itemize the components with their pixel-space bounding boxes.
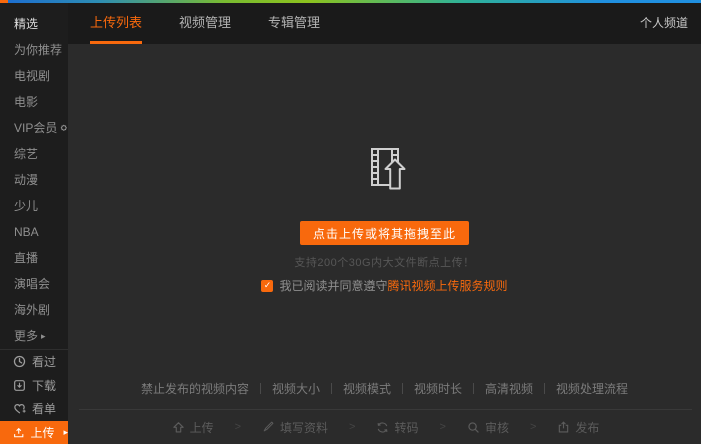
sidebar-channel-2[interactable]: 电视剧	[0, 63, 68, 89]
caret-right-icon: ▸	[41, 323, 46, 349]
sidebar-channel-7[interactable]: 少儿	[0, 193, 68, 219]
footer-link-2[interactable]: 视频模式	[343, 380, 391, 397]
sidebar-channel-3[interactable]: 电影	[0, 89, 68, 115]
top-gradient-bar	[0, 0, 701, 3]
tabs: 上传列表视频管理专辑管理	[90, 3, 357, 44]
chevron-right-icon: >	[530, 421, 536, 433]
sidebar-channel-label: 直播	[14, 245, 38, 271]
sidebar-channel-label: 更多	[14, 323, 38, 349]
help-links: 禁止发布的视频内容 视频大小 视频模式 视频时长 高清视频 视频处理流程	[68, 380, 701, 397]
step-2: 转码	[376, 419, 418, 436]
upload-hint: 支持200个30G内大文件断点上传！	[68, 254, 701, 270]
step-label: 转码	[394, 419, 418, 436]
caret-right-icon: ▸	[63, 427, 68, 438]
magnifier-icon	[467, 421, 480, 434]
step-0: 上传	[172, 419, 214, 436]
upload-button[interactable]: 点击上传或将其拖拽至此	[300, 221, 469, 245]
step-label: 审核	[485, 419, 509, 436]
sidebar-tool-0[interactable]: 看过	[0, 350, 68, 374]
agreement-row: ✓ 我已阅读并同意遵守 腾讯视频上传服务规则	[68, 277, 701, 294]
chevron-right-icon: >	[440, 421, 446, 433]
step-3: 审核	[467, 419, 509, 436]
sidebar-channel-label: VIP会员	[14, 115, 57, 141]
publish-icon	[557, 421, 570, 434]
upload-arrow-icon	[172, 421, 185, 434]
sidebar-channel-label: 精选	[14, 11, 38, 37]
sidebar-tool-label: 下载	[32, 377, 56, 394]
upload-tray-icon	[13, 426, 24, 439]
download-icon	[13, 379, 26, 392]
sidebar-channel-12[interactable]: 更多▸	[0, 323, 68, 349]
sidebar-channel-6[interactable]: 动漫	[0, 167, 68, 193]
tab-0[interactable]: 上传列表	[90, 3, 142, 44]
divider	[260, 383, 261, 394]
sidebar-channel-1[interactable]: 为你推荐	[0, 37, 68, 63]
sidebar-channel-label: 电视剧	[14, 63, 50, 89]
upload-dropzone[interactable]: 点击上传或将其拖拽至此 支持200个30G内大文件断点上传！ ✓ 我已阅读并同意…	[68, 44, 701, 444]
main-area: 上传列表视频管理专辑管理 个人频道 点击上传或将其拖拽至此 支持200个30G内…	[68, 3, 701, 444]
tab-1[interactable]: 视频管理	[179, 3, 231, 44]
sidebar-tool-label: 看过	[32, 353, 56, 370]
sidebar-channel-0[interactable]: 精选	[0, 11, 68, 37]
step-label: 发布	[575, 419, 599, 436]
step-4: 发布	[557, 419, 599, 436]
refresh-icon	[376, 421, 389, 434]
vip-badge-icon	[60, 124, 68, 132]
sidebar-channel-10[interactable]: 演唱会	[0, 271, 68, 297]
tab-2[interactable]: 专辑管理	[268, 3, 320, 44]
personal-channel-link[interactable]: 个人频道	[640, 3, 688, 44]
footer-link-4[interactable]: 高清视频	[485, 380, 533, 397]
clock-icon	[13, 355, 26, 368]
sidebar-channel-11[interactable]: 海外剧	[0, 297, 68, 323]
footer-link-1[interactable]: 视频大小	[272, 380, 320, 397]
process-steps: 上传 > 填写资料 > 转码 > 审核 > 发布	[79, 409, 692, 444]
step-1: 填写资料	[262, 419, 328, 436]
agreement-text: 我已阅读并同意遵守	[279, 277, 387, 294]
agreement-link[interactable]: 腾讯视频上传服务规则	[388, 277, 508, 294]
divider	[544, 383, 545, 394]
sidebar-channel-label: 动漫	[14, 167, 38, 193]
divider	[473, 383, 474, 394]
agreement-checkbox[interactable]: ✓	[261, 280, 273, 292]
sidebar-tool-3[interactable]: 上传 ▸	[0, 421, 68, 444]
sidebar-channel-label: 电影	[14, 89, 38, 115]
footer-link-3[interactable]: 视频时长	[414, 380, 462, 397]
pencil-icon	[262, 421, 275, 434]
sidebar-tool-label: 看单	[32, 400, 56, 417]
channel-nav: 精选为你推荐电视剧电影VIP会员综艺动漫少儿NBA直播演唱会海外剧更多▸	[0, 3, 68, 349]
film-upload-icon	[362, 144, 408, 195]
user-tools-nav: 看过下载看单上传 ▸	[0, 349, 68, 444]
divider	[331, 383, 332, 394]
chevron-right-icon: >	[235, 421, 241, 433]
footer-link-5[interactable]: 视频处理流程	[556, 380, 628, 397]
sidebar-tool-1[interactable]: 下载	[0, 374, 68, 398]
sidebar-channel-label: 为你推荐	[14, 37, 62, 63]
sidebar: 精选为你推荐电视剧电影VIP会员综艺动漫少儿NBA直播演唱会海外剧更多▸ 看过下…	[0, 3, 68, 444]
sidebar-channel-5[interactable]: 综艺	[0, 141, 68, 167]
sidebar-channel-4[interactable]: VIP会员	[0, 115, 68, 141]
step-label: 上传	[190, 419, 214, 436]
sidebar-channel-8[interactable]: NBA	[0, 219, 68, 245]
step-label: 填写资料	[280, 419, 328, 436]
sidebar-channel-label: NBA	[14, 219, 39, 245]
divider	[402, 383, 403, 394]
sidebar-channel-label: 少儿	[14, 193, 38, 219]
chevron-right-icon: >	[349, 421, 355, 433]
tab-bar: 上传列表视频管理专辑管理 个人频道	[68, 3, 701, 44]
footer-link-0[interactable]: 禁止发布的视频内容	[141, 380, 249, 397]
heart-plus-icon	[13, 402, 26, 415]
sidebar-channel-9[interactable]: 直播	[0, 245, 68, 271]
sidebar-channel-label: 综艺	[14, 141, 38, 167]
sidebar-channel-label: 海外剧	[14, 297, 50, 323]
sidebar-tool-2[interactable]: 看单	[0, 397, 68, 421]
sidebar-tool-label: 上传	[30, 424, 54, 441]
sidebar-channel-label: 演唱会	[14, 271, 50, 297]
